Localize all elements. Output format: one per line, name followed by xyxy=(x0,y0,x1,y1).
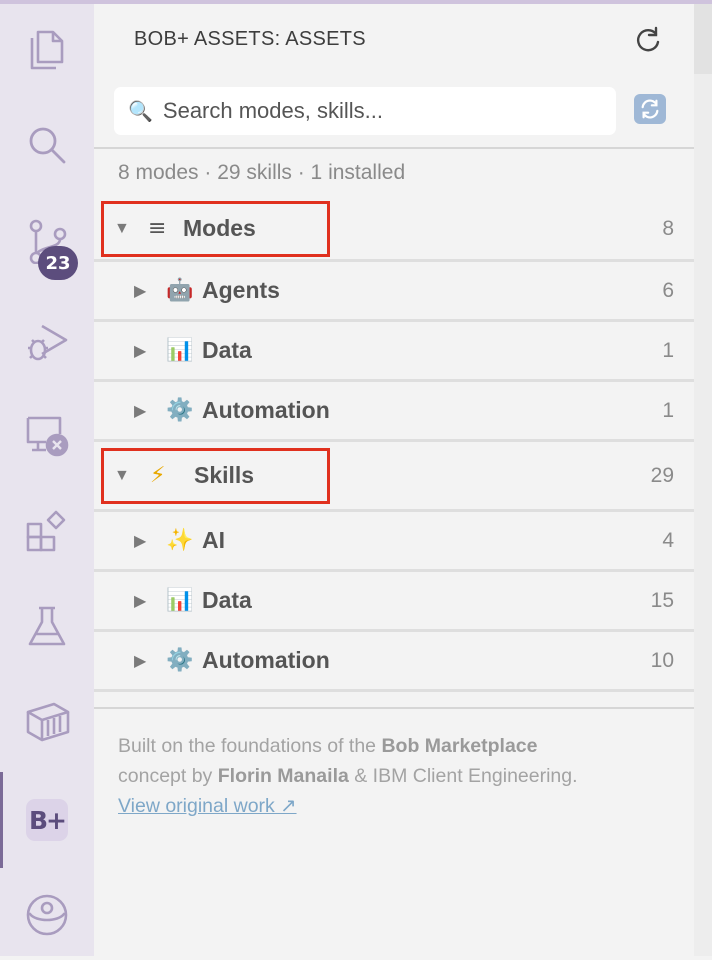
divider xyxy=(94,147,694,149)
activity-bar: 23 B+ xyxy=(0,4,94,956)
category-row-automation[interactable]: ▶ ⚙️ Automation 1 xyxy=(94,382,694,442)
source-control-icon[interactable]: 23 xyxy=(0,196,94,286)
gear-icon: ⚙️ xyxy=(166,398,194,423)
robot-icon: 🤖 xyxy=(166,278,194,303)
expand-arrow-icon: ▶ xyxy=(134,592,147,610)
testing-icon[interactable] xyxy=(0,582,94,672)
footer-text: concept by xyxy=(118,765,218,787)
expand-arrow-icon: ▶ xyxy=(134,282,147,300)
bob-plus-icon[interactable]: B+ xyxy=(0,772,94,868)
footer-text: & IBM Client Engineering. xyxy=(348,765,578,787)
panel-title: BOB+ ASSETS: ASSETS xyxy=(134,28,366,50)
accounts-sync-icon[interactable] xyxy=(0,870,94,960)
category-label: Automation xyxy=(202,647,330,673)
category-count: 6 xyxy=(662,278,674,302)
category-count: 15 xyxy=(650,588,674,612)
footer-bold: Florin Manaila xyxy=(217,765,349,787)
gear-icon: ⚙️ xyxy=(166,648,194,673)
category-count: 10 xyxy=(650,648,674,672)
explorer-icon[interactable] xyxy=(0,4,94,94)
scrollbar[interactable] xyxy=(694,4,712,956)
view-original-work-link[interactable]: View original work ↗ xyxy=(118,795,297,817)
category-row-agents[interactable]: ▶ 🤖 Agents 6 xyxy=(94,262,694,322)
expand-arrow-icon: ▶ xyxy=(134,402,147,420)
search-input[interactable] xyxy=(162,98,583,124)
assets-panel: BOB+ ASSETS: ASSETS 🔍 8 modes · 29 skill… xyxy=(94,4,694,956)
category-count: 4 xyxy=(662,528,674,552)
expand-arrow-icon: ▶ xyxy=(134,532,147,550)
search-icon[interactable] xyxy=(0,100,94,190)
category-row-data[interactable]: ▶ 📊 Data 15 xyxy=(94,572,694,632)
category-label: AI xyxy=(202,527,225,553)
bar-chart-icon: 📊 xyxy=(166,338,194,363)
containers-icon[interactable] xyxy=(0,676,94,766)
category-count: 1 xyxy=(662,398,674,422)
category-row-automation[interactable]: ▶ ⚙️ Automation 10 xyxy=(94,632,694,692)
expand-arrow-icon: ▶ xyxy=(134,342,147,360)
group-count: 8 xyxy=(662,216,674,240)
assets-summary: 8 modes · 29 skills · 1 installed xyxy=(118,161,406,184)
sparkles-icon: ✨ xyxy=(166,528,194,553)
highlight-box-skills xyxy=(101,448,330,504)
refresh-icon[interactable] xyxy=(634,26,662,54)
bar-chart-icon: 📊 xyxy=(166,588,194,613)
remote-explorer-icon[interactable] xyxy=(0,390,94,480)
expand-arrow-icon: ▶ xyxy=(134,652,147,670)
scrollbar-thumb[interactable] xyxy=(694,4,712,74)
footer-bold: Bob Marketplace xyxy=(381,735,538,757)
extensions-icon[interactable] xyxy=(0,486,94,576)
category-row-ai[interactable]: ▶ ✨ AI 4 xyxy=(94,512,694,572)
highlight-box-modes xyxy=(101,201,330,257)
category-row-data[interactable]: ▶ 📊 Data 1 xyxy=(94,322,694,382)
category-count: 1 xyxy=(662,338,674,362)
footer-text: Built on the foundations of the xyxy=(118,735,382,757)
category-label: Automation xyxy=(202,397,330,423)
group-count: 29 xyxy=(650,463,674,487)
sync-icon[interactable] xyxy=(634,94,666,124)
category-label: Data xyxy=(202,587,252,613)
source-control-badge: 23 xyxy=(38,246,78,280)
search-box[interactable]: 🔍 xyxy=(114,87,616,135)
attribution-footer: Built on the foundations of the Bob Mark… xyxy=(118,731,678,821)
search-icon: 🔍 xyxy=(128,100,153,123)
category-label: Agents xyxy=(202,277,280,303)
bob-plus-logo: B+ xyxy=(26,799,68,841)
divider xyxy=(94,707,694,709)
category-label: Data xyxy=(202,337,252,363)
run-debug-icon[interactable] xyxy=(0,296,94,386)
